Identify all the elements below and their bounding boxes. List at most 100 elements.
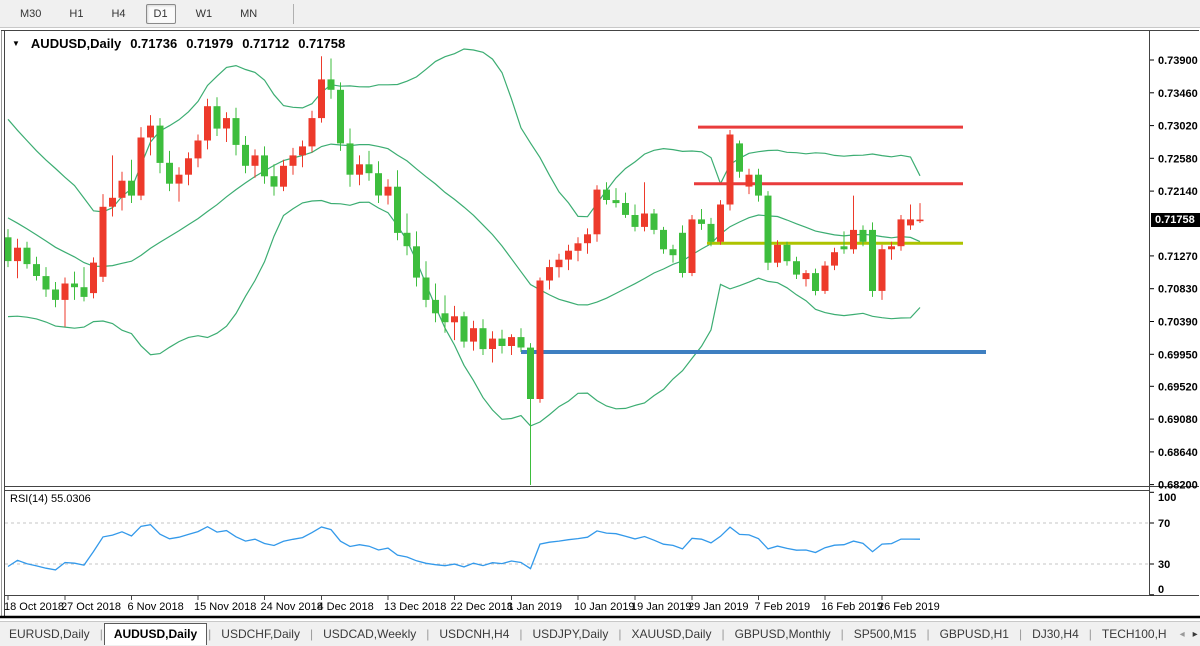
date-tick-label[interactable]: 6 Nov 2018 — [128, 601, 184, 613]
tab-separator: | — [721, 627, 724, 641]
date-tick-label[interactable]: 15 Nov 2018 — [194, 601, 256, 613]
candle-down — [394, 187, 401, 233]
candle-down — [736, 143, 743, 171]
bollinger-upper-band — [8, 49, 920, 217]
price-tick-label: 0.73020 — [1158, 121, 1198, 133]
rsi-indicator-label: RSI(14) 55.0306 — [10, 493, 91, 505]
candle-down — [271, 176, 278, 186]
chart-tab-dj30-h4[interactable]: DJ30,H4 — [1023, 625, 1088, 643]
chart-tab-gbpusd-h1[interactable]: GBPUSD,H1 — [931, 625, 1018, 643]
candle-up — [584, 234, 591, 243]
candle-up — [147, 126, 154, 138]
price-tick-label: 0.72140 — [1158, 186, 1198, 198]
candle-down — [708, 224, 715, 242]
candle-down — [518, 337, 525, 347]
candle-down — [128, 181, 135, 196]
date-tick-label[interactable]: 22 Dec 2018 — [451, 601, 513, 613]
candle-down — [698, 219, 705, 224]
chart-tab-eurusd-daily[interactable]: EURUSD,Daily — [0, 625, 99, 643]
candle-down — [52, 290, 59, 300]
candle-down — [423, 278, 430, 300]
date-tick-label[interactable]: 19 Jan 2019 — [631, 601, 692, 613]
main-plot-area — [5, 49, 987, 529]
date-tick-label[interactable]: 16 Feb 2019 — [821, 601, 883, 613]
tab-separator: | — [841, 627, 844, 641]
rsi-tick-label: 70 — [1158, 518, 1170, 530]
candle-down — [480, 328, 487, 349]
symbol-tab-bar: EURUSD,Daily|AUDUSD,Daily|USDCHF,Daily|U… — [0, 621, 1200, 646]
candle-down — [214, 106, 221, 128]
price-tick-label: 0.71270 — [1158, 251, 1198, 263]
candle-up — [850, 230, 857, 249]
candle-up — [252, 155, 259, 165]
tab-separator: | — [1019, 627, 1022, 641]
rsi-line — [8, 525, 920, 570]
candle-down — [71, 284, 78, 288]
candle-up — [546, 267, 553, 280]
chart-tab-gbpusd-monthly[interactable]: GBPUSD,Monthly — [726, 625, 840, 643]
candle-up — [280, 166, 287, 187]
tab-scroll-right-icon[interactable]: ▸ — [1189, 629, 1200, 640]
candle-down — [337, 90, 344, 144]
chart-tab-usdcad-weekly[interactable]: USDCAD,Weekly — [314, 625, 425, 643]
price-tick-label: 0.72580 — [1158, 153, 1198, 165]
candle-up — [470, 328, 477, 341]
candle-up — [176, 175, 183, 184]
date-tick-label[interactable]: 13 Dec 2018 — [384, 601, 446, 613]
rsi-name: RSI(14) — [10, 493, 48, 505]
candle-up — [119, 181, 126, 198]
tab-separator: | — [310, 627, 313, 641]
candle-up — [717, 205, 724, 242]
candle-up — [879, 249, 886, 291]
chart-tab-tech100-h[interactable]: TECH100,H — [1093, 625, 1176, 643]
tab-scroll-arrows: ◂▸ — [1176, 629, 1200, 640]
ohlc-close: 0.71758 — [298, 36, 345, 51]
candle-up — [451, 316, 458, 322]
candle-down — [375, 173, 382, 195]
bollinger-middle-band — [8, 144, 920, 305]
date-tick-label[interactable]: 24 Nov 2018 — [261, 601, 323, 613]
tab-separator: | — [100, 627, 103, 641]
price-tick-label: 0.70830 — [1158, 284, 1198, 296]
candle-down — [432, 300, 439, 313]
candle-down — [43, 276, 50, 289]
candle-down — [157, 126, 164, 163]
chart-tab-usdchf-daily[interactable]: USDCHF,Daily — [212, 625, 309, 643]
date-tick-label[interactable]: 26 Feb 2019 — [878, 601, 940, 613]
price-tick-label: 0.69080 — [1158, 414, 1198, 426]
tab-separator: | — [208, 627, 211, 641]
candle-down — [651, 214, 658, 230]
tab-scroll-left-icon[interactable]: ◂ — [1176, 629, 1189, 640]
candle-down — [442, 313, 449, 322]
date-tick-label[interactable]: 27 Oct 2018 — [61, 601, 121, 613]
candle-up — [62, 284, 69, 300]
candle-down — [679, 233, 686, 273]
candle-up — [537, 281, 544, 400]
chart-tab-audusd-daily[interactable]: AUDUSD,Daily — [104, 623, 207, 645]
candle-up — [138, 138, 145, 196]
date-tick-label[interactable]: 1 Jan 2019 — [508, 601, 562, 613]
chart-tab-xauusd-daily[interactable]: XAUUSD,Daily — [622, 625, 720, 643]
candle-down — [166, 163, 173, 184]
candle-up — [898, 219, 905, 246]
chart-tab-usdjpy-daily[interactable]: USDJPY,Daily — [524, 625, 618, 643]
date-tick-label[interactable]: 4 Dec 2018 — [318, 601, 374, 613]
candle-down — [632, 215, 639, 227]
date-tick-label[interactable]: 18 Oct 2018 — [4, 601, 64, 613]
candle-up — [556, 260, 563, 268]
chart-tab-usdcnh-h4[interactable]: USDCNH,H4 — [430, 625, 518, 643]
symbol-dropdown-icon[interactable]: ▼ — [12, 39, 20, 48]
candle-down — [328, 79, 335, 89]
tab-separator: | — [1089, 627, 1092, 641]
candle-down — [755, 175, 762, 196]
date-tick-label[interactable]: 29 Jan 2019 — [688, 601, 749, 613]
candle-down — [765, 196, 772, 263]
date-tick-label[interactable]: 7 Feb 2019 — [755, 601, 811, 613]
chart-symbol-label: AUDUSD,Daily — [31, 36, 121, 51]
candle-down — [670, 249, 677, 255]
chart-tab-sp500-m15[interactable]: SP500,M15 — [845, 625, 926, 643]
candle-up — [185, 158, 192, 174]
date-tick-label[interactable]: 10 Jan 2019 — [574, 601, 635, 613]
candle-up — [195, 141, 202, 159]
candle-down — [347, 143, 354, 174]
